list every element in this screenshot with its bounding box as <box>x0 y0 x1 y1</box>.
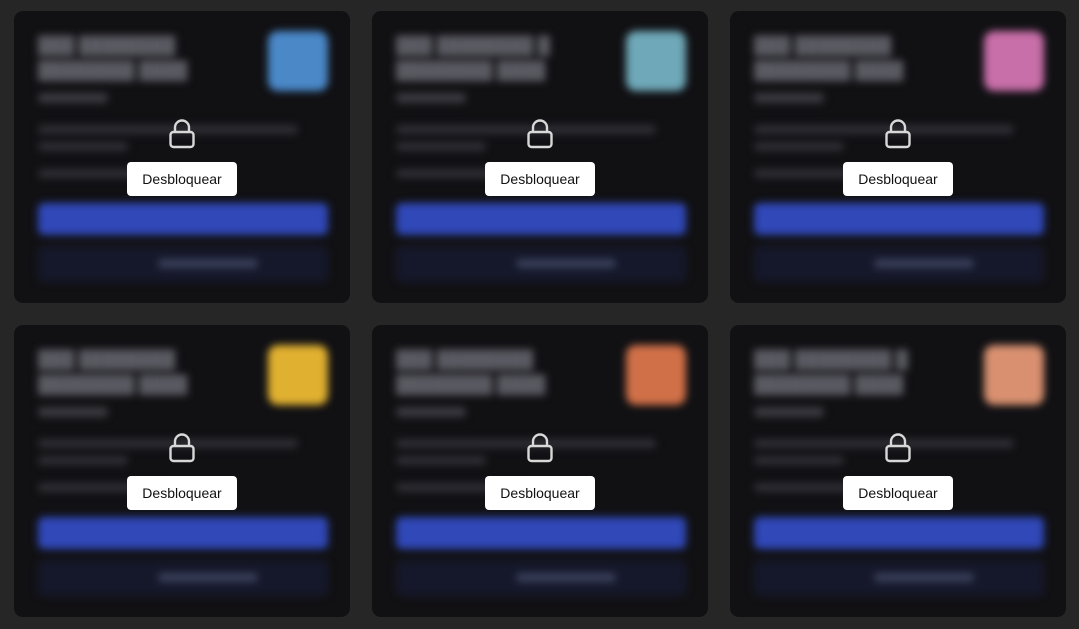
lock-overlay: Desbloquear <box>14 325 350 617</box>
lock-overlay: Desbloquear <box>14 11 350 303</box>
locked-card: ███ ████████ █ ████████ ████ Desbloquear <box>372 11 708 303</box>
lock-icon <box>169 433 195 463</box>
unlock-button[interactable]: Desbloquear <box>485 476 595 510</box>
unlock-button[interactable]: Desbloquear <box>127 162 237 196</box>
lock-icon <box>885 433 911 463</box>
lock-overlay: Desbloquear <box>730 325 1066 617</box>
locked-card: ███ ████████ ████████ ████ Desbloquear <box>14 11 350 303</box>
unlock-button[interactable]: Desbloquear <box>127 476 237 510</box>
lock-icon <box>527 433 553 463</box>
lock-overlay: Desbloquear <box>372 325 708 617</box>
lock-overlay: Desbloquear <box>730 11 1066 303</box>
locked-card: ███ ████████ █ ████████ ████ Desbloquear <box>730 325 1066 617</box>
locked-card: ███ ████████ ████████ ████ Desbloquear <box>730 11 1066 303</box>
lock-icon <box>527 119 553 149</box>
lock-icon <box>169 119 195 149</box>
lock-icon <box>885 119 911 149</box>
unlock-button[interactable]: Desbloquear <box>843 476 953 510</box>
locked-card: ███ ████████ ████████ ████ Desbloquear <box>14 325 350 617</box>
unlock-button[interactable]: Desbloquear <box>843 162 953 196</box>
locked-card: ███ ████████ ████████ ████ Desbloquear <box>372 325 708 617</box>
unlock-button[interactable]: Desbloquear <box>485 162 595 196</box>
locked-card-grid: ███ ████████ ████████ ████ Desbloquear █… <box>14 11 1066 617</box>
lock-overlay: Desbloquear <box>372 11 708 303</box>
